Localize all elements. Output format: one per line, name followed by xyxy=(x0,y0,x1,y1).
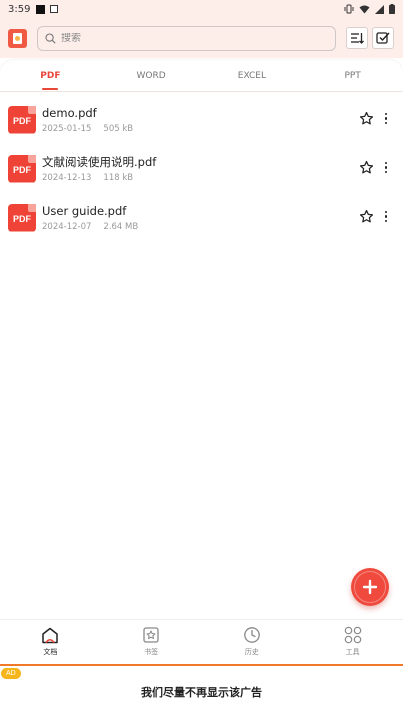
file-meta: 2025-01-15 505 kB xyxy=(42,124,133,134)
nav-item-bookmarks[interactable]: 书签 xyxy=(101,620,202,663)
header-actions xyxy=(346,27,394,49)
nav-label: 历史 xyxy=(244,648,259,656)
file-name: User guide.pdf xyxy=(42,203,127,218)
pdf-file-icon: PDF xyxy=(8,154,36,183)
vibrate-icon xyxy=(344,4,354,14)
tools-grid-icon xyxy=(344,626,361,644)
app-logo-icon[interactable] xyxy=(8,28,27,48)
file-size: 505 kB xyxy=(103,123,134,134)
add-file-button[interactable] xyxy=(351,568,389,606)
home-icon xyxy=(42,627,59,643)
file-info: User guide.pdf 2024-12-07 2.64 MB xyxy=(42,204,138,232)
row-actions xyxy=(359,209,389,224)
nav-item-documents[interactable]: 文档 xyxy=(0,620,101,663)
search-bar[interactable] xyxy=(37,25,336,51)
star-icon[interactable] xyxy=(359,111,374,126)
file-date: 2025-01-15 xyxy=(42,123,92,134)
row-actions xyxy=(359,111,389,126)
file-size: 2.64 MB xyxy=(103,221,139,232)
ad-text: 我们尽量不再显示该广告 xyxy=(141,686,262,699)
file-list: PDF demo.pdf 2025-01-15 505 kB PDF 文献阅读使… xyxy=(0,95,403,242)
search-icon xyxy=(45,32,56,44)
pdf-file-icon: PDF xyxy=(8,105,36,134)
nav-item-history[interactable]: 历史 xyxy=(202,620,303,663)
status-time: 3:59 xyxy=(8,3,31,15)
tab-excel[interactable]: EXCEL xyxy=(202,60,303,91)
tab-ppt[interactable]: PPT xyxy=(302,60,403,91)
file-meta: 2024-12-13 118 kB xyxy=(42,173,156,183)
more-options-icon[interactable] xyxy=(383,210,389,223)
plus-icon xyxy=(362,579,378,595)
status-bar: 3:59 xyxy=(0,0,403,18)
app-bar xyxy=(0,18,403,58)
clock-icon xyxy=(244,627,260,643)
tab-word[interactable]: WORD xyxy=(101,60,202,91)
file-type-tabs: PDF WORD EXCEL PPT xyxy=(0,60,403,92)
bottom-navigation: 文档 书签 历史 工具 xyxy=(0,619,403,663)
nav-item-tools[interactable]: 工具 xyxy=(302,620,403,663)
file-type-label: PDF xyxy=(13,213,31,224)
file-type-label: PDF xyxy=(13,164,31,175)
status-icons xyxy=(344,4,395,14)
wifi-icon xyxy=(359,5,370,13)
list-item[interactable]: PDF 文献阅读使用说明.pdf 2024-12-13 118 kB xyxy=(0,144,403,193)
nav-label: 文档 xyxy=(43,647,58,656)
signal-icon xyxy=(375,4,384,14)
file-size: 118 kB xyxy=(103,172,134,183)
file-type-label: PDF xyxy=(13,115,31,126)
search-input[interactable] xyxy=(61,32,301,44)
more-options-icon[interactable] xyxy=(383,112,389,125)
battery-icon xyxy=(389,4,395,14)
file-date: 2024-12-13 xyxy=(42,172,92,183)
file-name: demo.pdf xyxy=(42,105,97,120)
sort-button[interactable] xyxy=(346,27,368,49)
file-meta: 2024-12-07 2.64 MB xyxy=(42,222,138,232)
row-actions xyxy=(359,160,389,175)
notification-square-icon xyxy=(36,4,46,14)
multi-select-icon xyxy=(376,32,390,44)
star-icon[interactable] xyxy=(359,209,374,224)
notification-a-icon xyxy=(50,5,59,13)
more-options-icon[interactable] xyxy=(383,161,389,174)
file-info: demo.pdf 2025-01-15 505 kB xyxy=(42,106,133,134)
ad-banner[interactable]: AD 我们尽量不再显示该广告 xyxy=(0,664,403,718)
pdf-file-icon: PDF xyxy=(8,203,36,232)
list-item[interactable]: PDF User guide.pdf 2024-12-07 2.64 MB xyxy=(0,193,403,242)
ad-badge: AD xyxy=(1,668,21,679)
list-item[interactable]: PDF demo.pdf 2025-01-15 505 kB xyxy=(0,95,403,144)
star-icon[interactable] xyxy=(359,160,374,175)
file-date: 2024-12-07 xyxy=(42,221,92,232)
file-info: 文献阅读使用说明.pdf 2024-12-13 118 kB xyxy=(42,155,156,183)
multi-select-button[interactable] xyxy=(372,27,394,49)
screen: 3:59 搜索 PDF WORD EXCEL PPT PDF demo.pdf … xyxy=(0,0,403,718)
nav-label: 工具 xyxy=(345,648,360,656)
bookmark-star-icon xyxy=(143,627,159,643)
file-name: 文献阅读使用说明.pdf xyxy=(42,154,157,169)
tab-pdf[interactable]: PDF xyxy=(0,60,101,91)
nav-label: 书签 xyxy=(144,648,159,656)
sort-icon xyxy=(351,33,364,44)
